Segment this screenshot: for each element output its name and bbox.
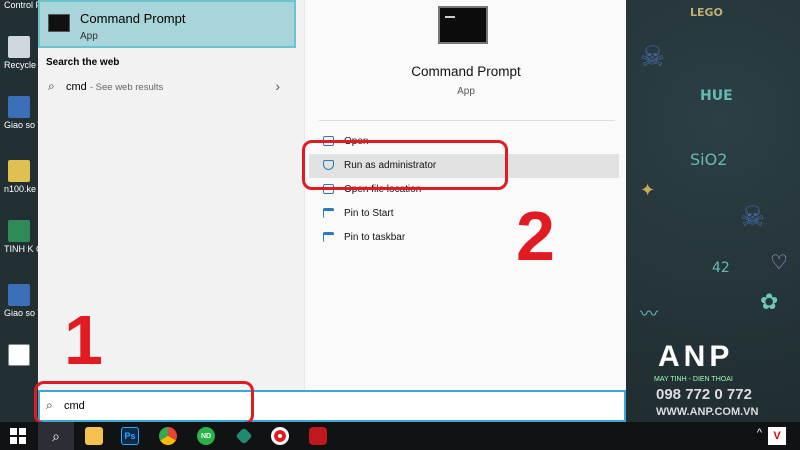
search-web-heading: Search the web <box>46 57 120 68</box>
windows-start-button[interactable] <box>0 422 36 450</box>
app-subtitle: App <box>457 86 475 97</box>
recycle-bin-icon <box>8 36 30 58</box>
action-pin-to-start[interactable]: Pin to Start <box>309 202 619 226</box>
wallpaper-word-42: 42 <box>712 260 730 276</box>
word-document-icon <box>8 96 30 118</box>
wallpaper-word-hue: HUE <box>700 88 733 104</box>
taskbar-app-record[interactable] <box>262 422 298 450</box>
command-prompt-icon <box>48 14 70 32</box>
wallpaper-flower-icon: ✿ <box>760 290 779 315</box>
desktop-icon-file[interactable]: n100.ke <box>4 160 38 195</box>
word-document-icon <box>8 284 30 306</box>
game-app-icon <box>309 427 327 445</box>
desktop-icon-control-panel[interactable]: Control P <box>4 0 38 11</box>
desktop-icon-document[interactable]: Giao so TKMH-c <box>4 96 38 131</box>
desktop-icon-spreadsheet[interactable]: TINH K CAU AC <box>4 220 38 255</box>
watermark-site: WWW.ANP.COM.VN <box>656 406 759 418</box>
watermark-tagline: MAY TINH - DIEN THOAI <box>654 376 733 383</box>
divider <box>319 120 615 121</box>
image-file-icon <box>8 344 30 366</box>
web-query: cmd <box>66 81 87 93</box>
windows-logo-icon <box>10 428 26 444</box>
desktop-icon-label: n100.ke <box>4 184 37 194</box>
best-match-result[interactable]: Command Prompt App <box>38 0 296 48</box>
desktop-icon-label: Giao so TKMH-c <box>4 308 38 318</box>
pin-icon <box>323 232 334 242</box>
web-search-result[interactable]: ⌕ cmd - See web results › <box>38 75 296 101</box>
folder-icon <box>85 427 103 445</box>
desktop-icon-label: Control P <box>4 0 38 10</box>
taskbar-app-pen[interactable] <box>226 422 262 450</box>
pin-icon <box>323 208 334 218</box>
annotation-step-1: 1 <box>64 301 103 379</box>
web-hint: - See web results <box>89 82 164 93</box>
watermark-logo-letters: ANP <box>658 340 734 373</box>
tray-chevron-up-icon[interactable]: ^ <box>757 427 762 439</box>
taskbar: ⌕ Ps ND ^ V <box>0 422 800 450</box>
taskbar-app-photoshop[interactable]: Ps <box>112 422 148 450</box>
photoshop-icon: Ps <box>121 427 139 445</box>
action-label: Pin to taskbar <box>344 232 406 243</box>
chevron-right-icon[interactable]: › <box>275 78 280 94</box>
command-prompt-large-icon <box>438 6 488 44</box>
record-icon <box>271 427 289 445</box>
tray-app-icon[interactable]: V <box>768 427 786 445</box>
wallpaper-skull-icon: ☠ <box>740 200 766 233</box>
desktop-icon-column: Control P Recycle Giao so TKMH-c n100.ke… <box>0 0 38 422</box>
best-match-title: Command Prompt <box>80 11 186 26</box>
desktop-icon-label: TINH K CAU AC <box>4 244 38 254</box>
wallpaper-heart-icon: ♡ <box>770 250 788 274</box>
annotation-box-search <box>34 381 254 425</box>
search-icon: ⌕ <box>52 427 60 444</box>
pen-app-icon <box>235 427 253 445</box>
chrome-icon <box>159 427 177 445</box>
annotation-step-2: 2 <box>516 197 555 275</box>
search-icon: ⌕ <box>48 79 55 93</box>
desktop-icon-label: Giao so TKMH-c <box>4 120 38 130</box>
start-menu-details-panel: Command Prompt App Open Run as administr… <box>304 0 626 390</box>
annotation-box-run-as-admin <box>302 140 508 190</box>
desktop-icon-recycle-bin[interactable]: Recycle <box>4 36 38 71</box>
wallpaper-star-icon: ✦ <box>640 180 656 201</box>
wallpaper-word-sio2: SiO2 <box>690 150 728 169</box>
file-icon <box>8 160 30 182</box>
taskbar-app-game[interactable] <box>300 422 336 450</box>
desktop-icon-label: Recycle <box>4 60 37 70</box>
desktop-icon-document-2[interactable]: Giao so TKMH-c <box>4 284 38 319</box>
best-match-subtitle: App <box>80 31 98 42</box>
wallpaper-wave-icon: 〰 <box>640 304 658 325</box>
taskbar-app-chrome[interactable] <box>150 422 186 450</box>
wallpaper-skull-icon: ☠ <box>640 40 666 73</box>
nd-app-icon: ND <box>197 427 215 445</box>
action-pin-to-taskbar[interactable]: Pin to taskbar <box>309 226 619 250</box>
app-title: Command Prompt <box>411 64 521 79</box>
taskbar-app-file-explorer[interactable] <box>76 422 112 450</box>
desktop-icon-image[interactable] <box>4 344 38 368</box>
action-label: Pin to Start <box>344 208 394 219</box>
watermark-phone: 098 772 0 772 <box>656 386 752 403</box>
wallpaper-word-lego: LEGO <box>690 6 723 19</box>
taskbar-search-button[interactable]: ⌕ <box>38 422 74 450</box>
anp-watermark: ANP MAY TINH - DIEN THOAI 098 772 0 772 … <box>654 340 800 422</box>
taskbar-app-nd[interactable]: ND <box>188 422 224 450</box>
excel-icon <box>8 220 30 242</box>
